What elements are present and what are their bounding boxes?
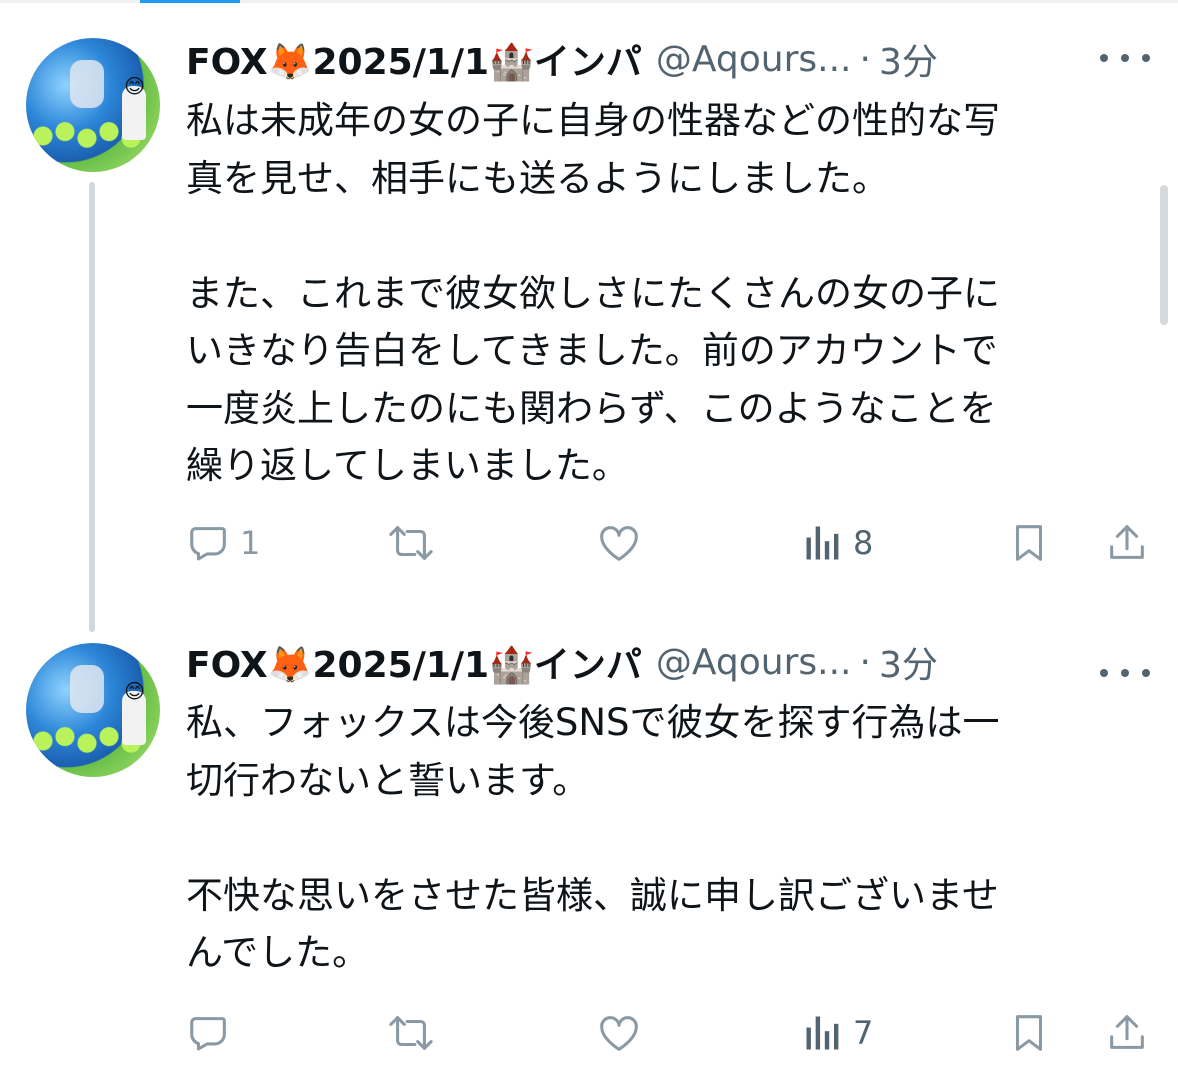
tweet[interactable]: 😊 FOX🦊2025/1/1🏰インパ @Aqours... · 3分 私は未成年…	[0, 0, 1178, 610]
reply-button[interactable]: 1	[186, 518, 260, 568]
bar-chart-icon	[806, 526, 839, 560]
user-handle[interactable]: @Aqours...	[656, 39, 852, 80]
views-count: 8	[853, 524, 874, 562]
like-button[interactable]	[596, 518, 642, 568]
separator-dot: ·	[859, 38, 871, 80]
share-button[interactable]	[1104, 1008, 1150, 1058]
repost-button[interactable]	[386, 518, 436, 568]
heart-icon	[600, 1016, 638, 1051]
reply-count: 1	[240, 524, 261, 562]
bookmark-button[interactable]	[1006, 518, 1052, 568]
avatar-figure	[70, 665, 104, 713]
bookmark-button[interactable]	[1006, 1008, 1052, 1058]
speech-bubble-icon	[190, 527, 226, 561]
heart-icon	[600, 526, 638, 561]
like-button[interactable]	[596, 1008, 642, 1058]
share-upload-icon	[1110, 525, 1144, 559]
tweet-header: FOX🦊2025/1/1🏰インパ @Aqours... · 3分	[186, 34, 938, 84]
views-button[interactable]: 7	[801, 1008, 873, 1058]
share-upload-icon	[1110, 1015, 1144, 1049]
speech-bubble-icon	[190, 1017, 226, 1051]
share-button[interactable]	[1104, 518, 1150, 568]
timestamp[interactable]: 3分	[879, 636, 938, 688]
bar-chart-icon	[806, 1016, 839, 1050]
display-name[interactable]: FOX🦊2025/1/1🏰インパ	[186, 33, 642, 85]
repost-arrows-icon	[389, 526, 433, 560]
face-emoji-icon: 😊	[124, 679, 145, 703]
avatar[interactable]: 😊	[26, 643, 160, 777]
reply-button[interactable]	[186, 1008, 240, 1058]
repost-button[interactable]	[386, 1008, 436, 1058]
tweet-text: 私は未成年の女の子に自身の性器などの性的な写 真を見せ、相手にも送るようにしまし…	[186, 99, 1000, 487]
tweet-text: 私、フォックスは今後SNSで彼女を探す行為は一 切行わないと誓います。 不快な思…	[186, 701, 1000, 974]
more-dots-icon[interactable]	[1100, 48, 1150, 68]
views-count: 7	[853, 1014, 874, 1052]
bookmark-icon	[1015, 1015, 1043, 1051]
tweet[interactable]: 😊 FOX🦊2025/1/1🏰インパ @Aqours... · 3分 私、フォッ…	[0, 610, 1178, 1086]
user-handle[interactable]: @Aqours...	[656, 642, 852, 683]
display-name[interactable]: FOX🦊2025/1/1🏰インパ	[186, 636, 642, 688]
avatar-figure	[70, 60, 104, 108]
face-emoji-icon: 😊	[124, 74, 145, 98]
repost-arrows-icon	[389, 1016, 433, 1050]
action-bar: 1 8	[186, 518, 1156, 568]
tweet-header: FOX🦊2025/1/1🏰インパ @Aqours... · 3分	[186, 637, 938, 687]
timestamp[interactable]: 3分	[879, 33, 938, 85]
separator-dot: ·	[859, 641, 871, 683]
avatar[interactable]: 😊	[26, 38, 160, 172]
more-dots-icon[interactable]	[1100, 663, 1150, 683]
action-bar: 7	[186, 1008, 1156, 1058]
views-button[interactable]: 8	[801, 518, 873, 568]
bookmark-icon	[1015, 525, 1043, 561]
